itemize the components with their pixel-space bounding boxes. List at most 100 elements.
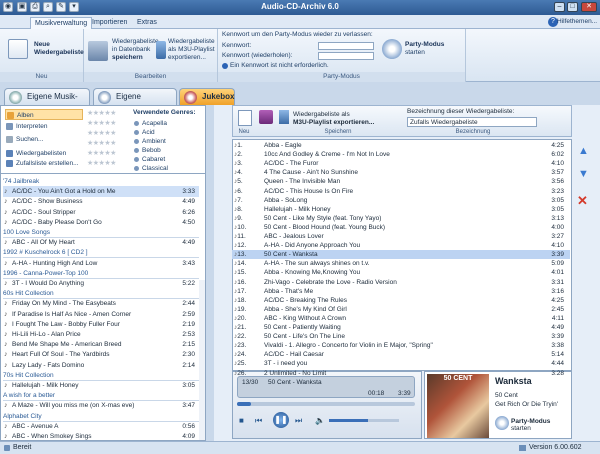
next-icon[interactable]: ⏭ — [295, 416, 302, 426]
party-mode-icon[interactable] — [382, 39, 402, 59]
save-icon[interactable] — [259, 110, 273, 124]
party-start-line1: Party-Modus — [405, 41, 445, 48]
playlist-row[interactable]: ♪7. Abba - SoLong 3:05 — [232, 196, 570, 205]
move-up-icon[interactable]: ▲ — [578, 145, 590, 157]
left-scrollbar[interactable] — [199, 280, 205, 440]
genre-item[interactable]: Acapella — [133, 119, 167, 128]
genre-item[interactable]: Ambient — [133, 137, 166, 146]
tab-musikverwaltung[interactable]: Musikverwaltung — [30, 17, 93, 29]
tab-eigene-musik-cds[interactable]: Eigene Musik-CDs — [4, 88, 90, 116]
playlist-row[interactable]: ♪14. A-HA - The sun always shines on t.v.… — [232, 259, 570, 268]
library-icon — [98, 91, 111, 104]
party-start-button-2[interactable]: Party-Modus starten — [511, 418, 550, 432]
playlist-row[interactable]: ♪12. A-HA - Did Anyone Approach You 4:10 — [232, 241, 570, 250]
save-to-db-button[interactable]: Wiedergabeliste in Datenbank speichern — [112, 38, 159, 62]
remove-icon[interactable]: ✕ — [577, 193, 589, 208]
database-save-icon[interactable] — [88, 41, 108, 61]
playlist-row[interactable]: ♪3. AC/DC - The Furor 4:10 — [232, 159, 570, 168]
row-index: 13. — [237, 251, 247, 259]
playlist-row[interactable]: ♪5. Queen - The Invisible Man 3:56 — [232, 177, 570, 186]
stop-icon[interactable]: ■ — [239, 416, 244, 425]
playlist-row[interactable]: ♪13. 50 Cent - Wanksta 3:39 — [232, 250, 570, 260]
now-playing-panel: 50 CENT Wanksta 50 Cent Get Rich Or Die … — [424, 371, 572, 439]
playlist-row[interactable]: ♪2. 10cc And Godley & Creme - I'm Not In … — [232, 150, 570, 159]
rating-filter-1[interactable]: ★★★★★ — [87, 150, 129, 158]
nav-interpreten-label: Interpreten — [16, 123, 48, 130]
playlist-row[interactable]: ♪26. 2 Unlimited - No Limit 3:28 — [232, 369, 570, 378]
now-album: Get Rich Or Die Tryin' — [495, 401, 559, 408]
help-link[interactable]: Hilfethemen... — [557, 18, 597, 25]
export-m3u-playlist-button[interactable]: Wiedergabeliste als M3U-Playlist exporti… — [293, 111, 374, 127]
genre-item[interactable]: Acid — [133, 128, 155, 137]
close-button[interactable]: ✕ — [581, 2, 597, 12]
rating-filter-0[interactable]: ★★★★★ — [87, 160, 129, 168]
playlist-row[interactable]: ♪25. 3T - i need you 4:44 — [232, 359, 570, 368]
playlist-row[interactable]: ♪24. AC/DC - Hail Caesar 5:14 — [232, 350, 570, 359]
tab-jukebox[interactable]: Jukebox — [179, 88, 235, 105]
save-db-line2: in Datenbank — [112, 46, 151, 53]
row-number: ♪5. — [234, 177, 248, 186]
genre-item[interactable]: Bebob — [133, 146, 161, 155]
playlist-row[interactable]: ♪1. Abba - Eagle 4:25 — [232, 141, 570, 150]
m3u-export-icon[interactable] — [156, 41, 166, 59]
row-duration: 3:31 — [551, 278, 564, 286]
minimize-button[interactable]: – — [554, 2, 565, 12]
playlist-row[interactable]: ♪23. Vivaldi - 1. Allegro - Concerto for … — [232, 341, 570, 350]
row-duration: 3:05 — [551, 205, 564, 213]
kennwort-wdh-input[interactable] — [318, 52, 374, 60]
tab-importieren[interactable]: Importieren — [88, 17, 131, 29]
pl-save-line1: Wiedergabeliste als — [293, 111, 350, 118]
nav-zufallsliste[interactable]: Zufallsliste erstellen... — [5, 158, 83, 169]
row-number: ♪1. — [234, 141, 248, 150]
playlist-row[interactable]: ♪11. ABC - Jealous Lover 3:27 — [232, 232, 570, 241]
playlist-row[interactable]: ♪22. 50 Cent - Life's On The Line 3:39 — [232, 332, 570, 341]
kennwort-input[interactable] — [318, 42, 374, 50]
playlist-name-input[interactable]: Zufalls Wiedergabeliste — [407, 117, 537, 127]
row-title: 10cc And Godley & Creme - I'm Not In Lov… — [264, 151, 390, 159]
row-title: ABC - King Without A Crown — [264, 314, 347, 322]
seek-bar[interactable] — [237, 402, 415, 406]
new-list-icon[interactable] — [238, 110, 252, 126]
playlist-row[interactable]: ♪10. 50 Cent - Blood Hound (feat. Young B… — [232, 223, 570, 232]
party-mode-icon-2[interactable] — [495, 416, 509, 430]
row-index: 5. — [237, 178, 243, 186]
playlist-row[interactable]: ♪17. Abba - That's Me 3:16 — [232, 287, 570, 296]
maximize-button[interactable]: □ — [567, 2, 578, 12]
new-playlist-icon[interactable] — [8, 39, 28, 59]
playlist-row[interactable]: ♪9. 50 Cent - Like My Style (feat. Tony Y… — [232, 214, 570, 223]
rating-filter-4[interactable]: ★★★★★ — [87, 120, 129, 128]
row-title: Zhi-Vago - Celebrate the Love - Radio Ve… — [264, 278, 397, 286]
playlist-row[interactable]: ♪21. 50 Cent - Patiently Waiting 4:49 — [232, 323, 570, 332]
row-duration: 4:49 — [551, 324, 564, 331]
rating-filter-3[interactable]: ★★★★★ — [87, 130, 129, 138]
rating-filter-5[interactable]: ★★★★★ — [87, 110, 129, 118]
export-m3u-button[interactable]: Wiedergabeliste als M3U-Playlist exporti… — [168, 38, 215, 62]
row-duration: 4:01 — [551, 269, 564, 277]
rating-filter-2[interactable]: ★★★★★ — [87, 140, 129, 148]
genre-item[interactable]: Cabaret — [133, 155, 165, 164]
move-down-icon[interactable]: ▼ — [578, 168, 590, 180]
nav-suchen[interactable]: Suchen... — [5, 134, 83, 145]
playlist-row[interactable]: ♪8. Hallelujah - Milk Honey 3:05 — [232, 205, 570, 214]
previous-icon[interactable]: ⏮ — [255, 416, 262, 426]
m3u-export-icon-2[interactable] — [279, 110, 289, 124]
row-duration: 3:38 — [551, 342, 564, 350]
playlist-row[interactable]: ♪15. Abba - Knowing Me,Knowing You 4:01 — [232, 268, 570, 277]
playlist-row[interactable]: ♪16. Zhi-Vago - Celebrate the Love - Radi… — [232, 278, 570, 287]
tab-extras[interactable]: Extras — [133, 17, 161, 29]
playlist-row[interactable]: ♪20. ABC - King Without A Crown 4:11 — [232, 314, 570, 323]
volume-slider[interactable] — [329, 419, 399, 422]
row-number: ♪16. — [234, 278, 248, 287]
playlist-row[interactable]: ♪19. Abba - She's My Kind Of Girl 2:45 — [232, 305, 570, 314]
nav-alben[interactable]: Alben — [5, 109, 83, 120]
playlist-row[interactable]: ♪18. AC/DC - Breaking The Rules 4:25 — [232, 296, 570, 305]
nav-interpreten[interactable]: Interpreten — [5, 121, 83, 132]
playlist-row[interactable]: ♪6. AC/DC - This House Is On Fire 3:23 — [232, 187, 570, 196]
row-number: ♪22. — [234, 332, 248, 341]
pause-button[interactable]: ❚❚ — [273, 412, 289, 428]
tab-eigene-bibliothek[interactable]: Eigene Bibliothek — [93, 88, 177, 116]
playlist-row[interactable]: ♪4. 4 The Cause - Ain't No Sunshine 3:57 — [232, 168, 570, 177]
new-playlist-button[interactable]: Neue Wiedergabeliste — [34, 41, 84, 57]
party-start-button[interactable]: Party-Modus starten — [405, 41, 444, 57]
genre-item[interactable]: Classical — [133, 164, 168, 173]
